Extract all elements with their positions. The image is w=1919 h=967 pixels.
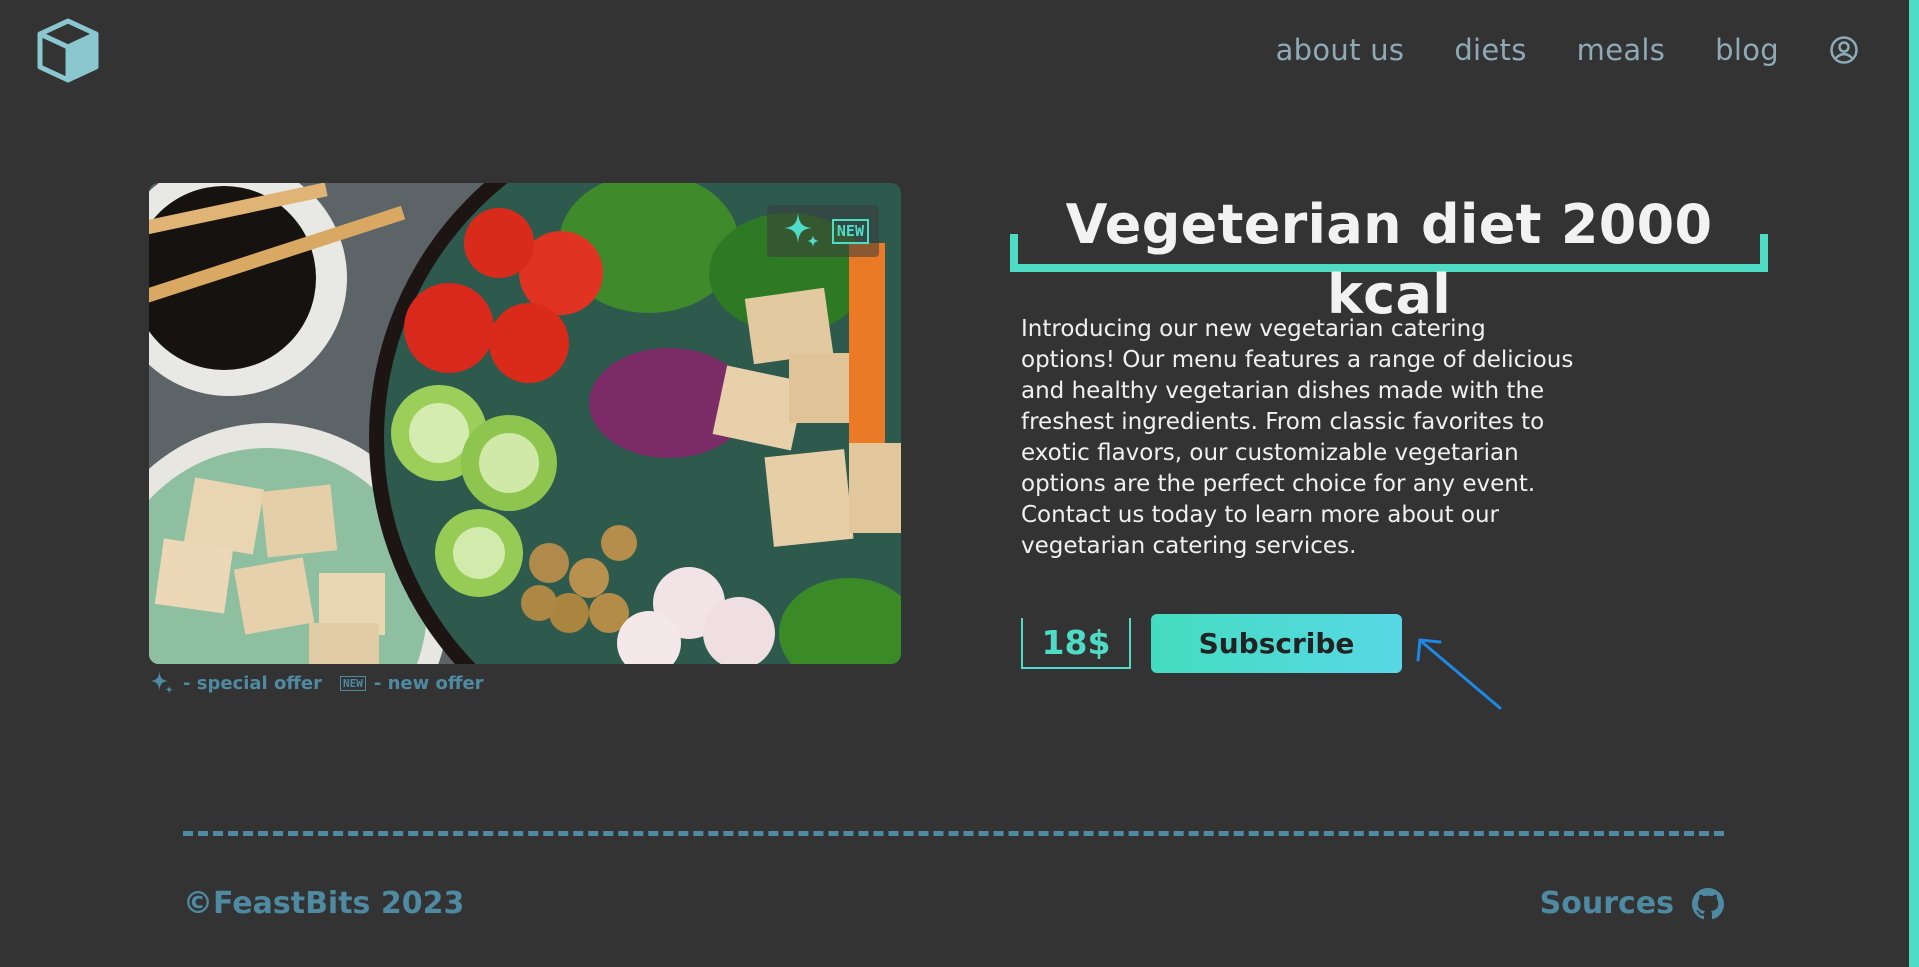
page-title: Vegeterian diet 2000 kcal xyxy=(1065,193,1713,326)
main-nav: about us diets meals blog xyxy=(1226,30,1859,70)
sparkle-icon xyxy=(783,213,819,247)
subscribe-button[interactable]: Subscribe xyxy=(1151,614,1402,673)
price-tag: 18$ xyxy=(1021,618,1131,669)
product-image: NEW xyxy=(149,183,901,664)
offer-badges: NEW xyxy=(767,205,879,257)
nav-about-us[interactable]: about us xyxy=(1276,33,1405,67)
nav-blog[interactable]: blog xyxy=(1715,33,1779,67)
legend-new-text: - new offer xyxy=(373,672,484,694)
nav-diets[interactable]: diets xyxy=(1454,33,1526,67)
copyright-text: ©FeastBits 2023 xyxy=(183,886,465,921)
legend-new-badge: NEW xyxy=(340,675,366,691)
sources-link[interactable]: Sources xyxy=(1540,886,1724,921)
footer-divider xyxy=(183,831,1724,836)
github-icon xyxy=(1692,887,1724,919)
cube-logo-icon[interactable] xyxy=(36,18,100,84)
sources-label: Sources xyxy=(1539,886,1674,921)
title-block: Vegeterian diet 2000 kcal xyxy=(1010,190,1768,326)
arrow-pointer-icon xyxy=(1416,638,1502,710)
offer-legend: - special offer NEW - new offer xyxy=(149,668,484,698)
user-circle-icon[interactable] xyxy=(1829,35,1859,65)
product-description: Introducing our new vegetarian catering … xyxy=(1021,316,1574,559)
legend-special-text: - special offer xyxy=(183,672,322,694)
right-edge-accent xyxy=(1909,0,1919,967)
nav-meals[interactable]: meals xyxy=(1577,33,1666,67)
sparkle-icon xyxy=(150,671,174,694)
new-badge: NEW xyxy=(831,218,869,244)
